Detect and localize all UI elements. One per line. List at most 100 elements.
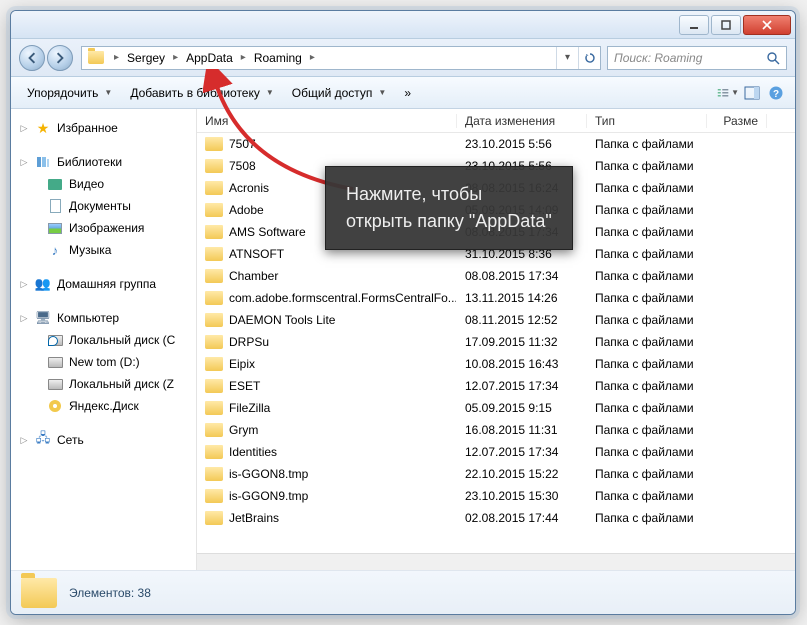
folder-icon <box>205 379 223 393</box>
table-row[interactable]: Adobe05.09.2015 14:09Папка с файлами <box>197 199 795 221</box>
file-name: Identities <box>229 445 277 459</box>
breadcrumb-roaming[interactable]: Roaming <box>248 47 308 69</box>
table-row[interactable]: FileZilla05.09.2015 9:15Папка с файлами <box>197 397 795 419</box>
table-row[interactable]: 750823.10.2015 5:56Папка с файлами <box>197 155 795 177</box>
table-row[interactable]: is-GGON9.tmp23.10.2015 15:30Папка с файл… <box>197 485 795 507</box>
file-name: Grym <box>229 423 258 437</box>
folder-icon <box>205 225 223 239</box>
sidebar-favorites[interactable]: ▷ ★ Избранное <box>11 117 196 139</box>
table-row[interactable]: ATNSOFT31.10.2015 8:36Папка с файлами <box>197 243 795 265</box>
file-type: Папка с файлами <box>587 159 707 173</box>
table-row[interactable]: is-GGON8.tmp22.10.2015 15:22Папка с файл… <box>197 463 795 485</box>
button-label: Добавить в библиотеку <box>130 86 260 100</box>
address-bar[interactable]: ▸ Sergey ▸ AppData ▸ Roaming ▸ ▾ <box>81 46 601 70</box>
refresh-button[interactable] <box>578 47 600 69</box>
close-button[interactable] <box>743 15 791 35</box>
file-date: 23.10.2015 5:56 <box>457 137 587 151</box>
toolbar-overflow-button[interactable]: » <box>396 82 419 104</box>
file-name: is-GGON9.tmp <box>229 489 308 503</box>
view-options-button[interactable]: ▼ <box>717 82 739 104</box>
table-row[interactable]: Chamber08.08.2015 17:34Папка с файлами <box>197 265 795 287</box>
chevron-right-icon[interactable]: ▸ <box>171 52 180 63</box>
table-row[interactable]: AMS Software08.08.2015 17:34Папка с файл… <box>197 221 795 243</box>
chevron-right-icon[interactable]: ▸ <box>239 52 248 63</box>
sidebar-video[interactable]: Видео <box>11 173 196 195</box>
sidebar-computer[interactable]: ▷ 🖥 Компьютер <box>11 307 196 329</box>
sidebar-yandex-disk[interactable]: Яндекс.Диск <box>11 395 196 417</box>
status-text: Элементов: 38 <box>69 586 151 600</box>
file-name: Chamber <box>229 269 278 283</box>
minimize-button[interactable] <box>679 15 709 35</box>
file-name: Adobe <box>229 203 264 217</box>
search-placeholder: Поиск: Roaming <box>614 51 702 65</box>
folder-icon <box>205 137 223 151</box>
file-type: Папка с файлами <box>587 445 707 459</box>
breadcrumb-appdata[interactable]: AppData <box>180 47 239 69</box>
breadcrumb-user[interactable]: Sergey <box>121 47 171 69</box>
chevron-right-icon[interactable]: ▸ <box>112 52 121 63</box>
file-date: 12.07.2015 17:34 <box>457 379 587 393</box>
horizontal-scrollbar[interactable] <box>197 553 795 570</box>
sidebar-label: Локальный диск (C <box>69 333 175 347</box>
expand-icon: ▷ <box>19 435 29 446</box>
table-row[interactable]: Eipix10.08.2015 16:43Папка с файлами <box>197 353 795 375</box>
sidebar-documents[interactable]: Документы <box>11 195 196 217</box>
back-button[interactable] <box>19 45 45 71</box>
file-name: com.adobe.formscentral.FormsCentralFo... <box>229 291 457 305</box>
sidebar-label: Домашняя группа <box>57 277 156 291</box>
table-row[interactable]: JetBrains02.08.2015 17:44Папка с файлами <box>197 507 795 529</box>
column-date-header[interactable]: Дата изменения <box>457 114 587 128</box>
video-icon <box>47 176 63 192</box>
sidebar-label: Изображения <box>69 221 144 235</box>
share-button[interactable]: Общий доступ ▼ <box>284 82 395 104</box>
forward-button[interactable] <box>47 45 73 71</box>
chevron-right-icon[interactable]: ▸ <box>308 52 317 63</box>
sidebar-drive-c[interactable]: Локальный диск (C <box>11 329 196 351</box>
preview-pane-button[interactable] <box>741 82 763 104</box>
folder-icon <box>205 511 223 525</box>
maximize-button[interactable] <box>711 15 741 35</box>
sidebar-label: Избранное <box>57 121 118 135</box>
file-date: 08.08.2015 17:34 <box>457 225 587 239</box>
table-row[interactable]: 750723.10.2015 5:56Папка с файлами <box>197 133 795 155</box>
table-row[interactable]: Identities12.07.2015 17:34Папка с файлам… <box>197 441 795 463</box>
folder-icon <box>205 159 223 173</box>
add-to-library-button[interactable]: Добавить в библиотеку ▼ <box>122 82 281 104</box>
file-rows[interactable]: 750723.10.2015 5:56Папка с файлами750823… <box>197 133 795 553</box>
sidebar-libraries[interactable]: ▷ Библиотеки <box>11 151 196 173</box>
folder-icon <box>205 247 223 261</box>
window-buttons <box>677 15 791 35</box>
sidebar-music[interactable]: ♪ Музыка <box>11 239 196 261</box>
breadcrumb-label: Roaming <box>254 51 302 65</box>
sidebar-images[interactable]: Изображения <box>11 217 196 239</box>
file-type: Папка с файлами <box>587 357 707 371</box>
table-row[interactable]: DRPSu17.09.2015 11:32Папка с файлами <box>197 331 795 353</box>
search-input[interactable]: Поиск: Roaming <box>607 46 787 70</box>
column-size-header[interactable]: Разме <box>707 114 767 128</box>
column-type-header[interactable]: Тип <box>587 114 707 128</box>
sidebar-network[interactable]: ▷ 🖧 Сеть <box>11 429 196 451</box>
file-type: Папка с файлами <box>587 511 707 525</box>
file-date: 13.11.2015 14:26 <box>457 291 587 305</box>
sidebar-drive-d[interactable]: New tom (D:) <box>11 351 196 373</box>
organize-button[interactable]: Упорядочить ▼ <box>19 82 120 104</box>
history-dropdown-button[interactable]: ▾ <box>556 47 578 69</box>
table-row[interactable]: Acronis08.08.2015 16:24Папка с файлами <box>197 177 795 199</box>
table-row[interactable]: DAEMON Tools Lite08.11.2015 12:52Папка с… <box>197 309 795 331</box>
file-type: Папка с файлами <box>587 291 707 305</box>
sidebar-drive-z[interactable]: Локальный диск (Z <box>11 373 196 395</box>
table-row[interactable]: ESET12.07.2015 17:34Папка с файлами <box>197 375 795 397</box>
file-type: Папка с файлами <box>587 423 707 437</box>
drive-icon <box>47 354 63 370</box>
help-button[interactable]: ? <box>765 82 787 104</box>
sidebar-label: Библиотеки <box>57 155 122 169</box>
expand-icon: ▷ <box>19 279 29 290</box>
file-date: 08.08.2015 17:34 <box>457 269 587 283</box>
column-name-header[interactable]: Имя <box>197 114 457 128</box>
file-name: JetBrains <box>229 511 279 525</box>
file-date: 22.10.2015 15:22 <box>457 467 587 481</box>
sidebar-homegroup[interactable]: ▷ 👥 Домашняя группа <box>11 273 196 295</box>
table-row[interactable]: com.adobe.formscentral.FormsCentralFo...… <box>197 287 795 309</box>
table-row[interactable]: Grym16.08.2015 11:31Папка с файлами <box>197 419 795 441</box>
breadcrumb-root[interactable] <box>82 47 112 69</box>
